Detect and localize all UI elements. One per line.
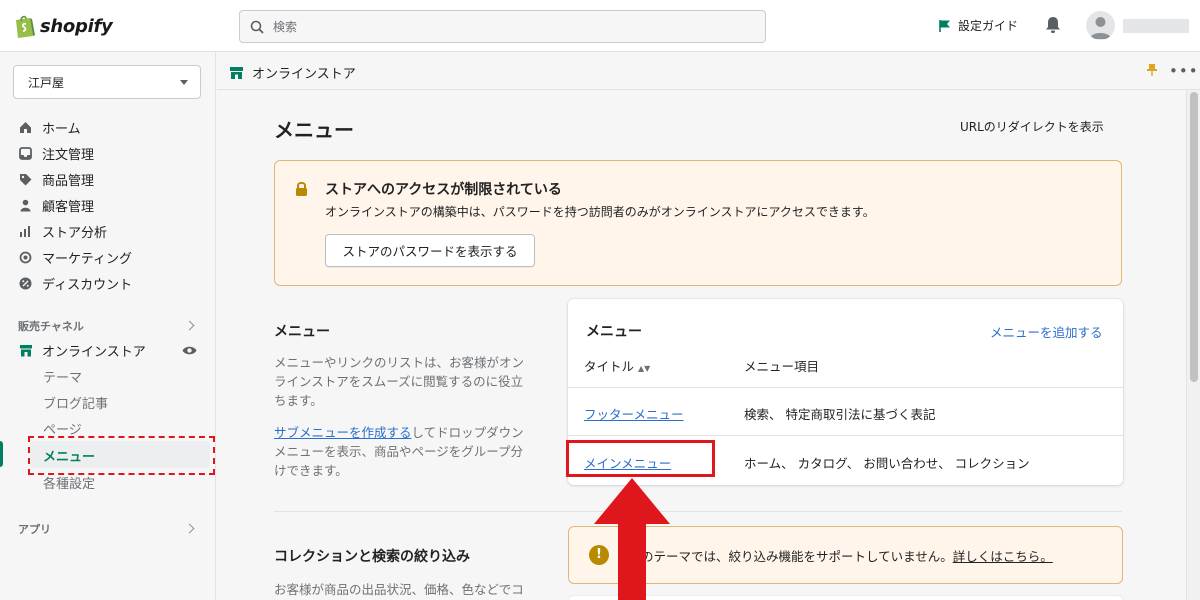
sidebar-item-label: オンラインストア	[42, 344, 146, 360]
banner-title: ストアへのアクセスが制限されている	[325, 182, 562, 198]
search-icon	[250, 20, 264, 34]
page-title: メニュー	[274, 118, 354, 142]
username-redacted	[1123, 19, 1189, 33]
sidebar-item-label: ストア分析	[42, 225, 108, 241]
caret-down-icon	[180, 79, 188, 85]
sidebar-item-customers[interactable]: 顧客管理	[18, 195, 94, 215]
channel-title: オンラインストア	[229, 63, 356, 82]
sales-channels-heading: 販売チャネル	[18, 320, 84, 333]
scrollbar[interactable]	[1186, 90, 1200, 600]
top-bar: shopify 設定ガイド	[0, 0, 1200, 52]
bell-icon[interactable]	[1045, 16, 1061, 34]
eye-icon[interactable]	[182, 345, 197, 356]
filter-notice-label: のテーマでは、絞り込み機能をサポートしていません。	[641, 549, 953, 564]
filter-section-description: お客様が商品の出品状況、価格、色などでコ	[274, 582, 524, 597]
row-divider	[568, 387, 1123, 388]
active-indicator	[0, 441, 3, 467]
main-menu-items: ホーム、 カタログ、 お問い合わせ、 コレクション	[744, 456, 1030, 471]
sort-icon: ▲▼	[638, 364, 651, 373]
sidebar-item-products[interactable]: 商品管理	[18, 169, 94, 189]
sidebar-item-discounts[interactable]: ディスカウント	[18, 273, 132, 293]
red-arrow-up-icon	[594, 478, 670, 600]
footer-menu-link[interactable]: フッターメニュー	[584, 404, 684, 423]
setup-guide-button[interactable]: 設定ガイド	[938, 17, 1018, 34]
highlight-red-box	[566, 440, 715, 477]
channel-title-label: オンラインストア	[252, 67, 356, 82]
channel-header: オンラインストア •••	[217, 52, 1200, 90]
menu-section-title: メニュー	[274, 324, 330, 340]
column-header-title[interactable]: タイトル ▲▼	[584, 356, 650, 375]
chevron-right-icon[interactable]	[184, 320, 195, 331]
sidebar-item-home[interactable]: ホーム	[18, 117, 81, 137]
row-divider	[568, 435, 1123, 436]
search-input[interactable]	[273, 19, 733, 34]
sidebar-item-label: ディスカウント	[42, 277, 133, 293]
setup-guide-label: 設定ガイド	[958, 19, 1019, 33]
sidebar-item-analytics[interactable]: ストア分析	[18, 221, 107, 241]
sidebar-subitem-settings[interactable]: 各種設定	[43, 473, 95, 492]
menus-card-title: メニュー	[586, 324, 642, 340]
pin-icon[interactable]	[1146, 63, 1158, 77]
scrollbar-thumb[interactable]	[1190, 92, 1198, 382]
sidebar-item-label: 注文管理	[42, 147, 95, 163]
sidebar-subitem-themes[interactable]: テーマ	[43, 367, 82, 386]
learn-more-link[interactable]: 詳しくはこちら。	[953, 549, 1053, 564]
url-redirect-button[interactable]: URLのリダイレクトを表示	[960, 118, 1104, 135]
home-icon	[18, 120, 33, 135]
sidebar-item-online-store[interactable]: オンラインストア	[18, 340, 146, 360]
logo-text: shopify	[40, 15, 113, 37]
flag-icon	[939, 19, 950, 32]
sidebar-subitem-blog[interactable]: ブログ記事	[43, 393, 108, 412]
more-options-icon[interactable]: •••	[1169, 62, 1199, 80]
user-avatar-icon	[1090, 17, 1111, 39]
avatar[interactable]	[1086, 11, 1115, 40]
sidebar-item-orders[interactable]: 注文管理	[18, 143, 94, 163]
sidebar-item-label: マーケティング	[42, 251, 132, 267]
filter-section-title: コレクションと検索の絞り込み	[274, 549, 470, 565]
add-menu-link[interactable]: メニューを追加する	[990, 322, 1103, 341]
create-submenu-link[interactable]: サブメニューを作成する	[274, 425, 412, 440]
person-icon	[18, 198, 33, 213]
banner-description: オンラインストアの構築中は、パスワードを持つ訪問者のみがオンラインストアにアクセ…	[325, 205, 875, 219]
menu-section-description-2: サブメニューを作成するしてドロップダウンメニューを表示、商品やページをグループ分…	[274, 423, 532, 480]
store-icon	[230, 66, 243, 79]
lock-icon	[296, 181, 307, 196]
store-icon	[18, 343, 33, 358]
show-password-button[interactable]: ストアのパスワードを表示する	[325, 234, 535, 267]
chevron-right-icon[interactable]	[184, 523, 195, 534]
sidebar-item-label: 顧客管理	[42, 199, 95, 215]
column-title-label: タイトル	[584, 359, 635, 374]
inbox-icon	[18, 146, 33, 161]
shopify-bag-icon	[16, 15, 35, 38]
store-selector[interactable]: 江戸屋	[13, 65, 201, 99]
sidebar: 江戸屋 ホーム 注文管理 商品管理 顧客管理 ストア分析 マーケティング ディス…	[0, 52, 216, 600]
filter-notice-text: のテーマでは、絞り込み機能をサポートしていません。詳しくはこちら。	[641, 546, 1053, 565]
section-divider	[274, 511, 1122, 512]
sidebar-item-marketing[interactable]: マーケティング	[18, 247, 132, 267]
store-name: 江戸屋	[28, 75, 65, 90]
search-bar[interactable]	[239, 10, 766, 43]
tag-icon	[18, 172, 33, 187]
apps-heading: アプリ	[18, 523, 51, 536]
menu-section-desc-text: メニューやリンクのリストは、お客様がオンラインストアをスムーズに閲覧するのに役立…	[274, 355, 525, 408]
bar-chart-icon	[18, 224, 33, 239]
menu-section-description: メニューやリンクのリストは、お客様がオンラインストアをスムーズに閲覧するのに役立…	[274, 353, 532, 410]
column-header-items: メニュー項目	[744, 359, 820, 374]
discount-icon	[18, 276, 33, 291]
password-banner: ストアへのアクセスが制限されている オンラインストアの構築中は、パスワードを持つ…	[274, 160, 1122, 286]
sidebar-item-label: 商品管理	[42, 173, 95, 189]
shopify-logo[interactable]: shopify	[14, 14, 113, 38]
sidebar-item-label: ホーム	[42, 121, 81, 137]
footer-menu-items: 検索、 特定商取引法に基づく表記	[744, 407, 936, 422]
target-icon	[18, 250, 33, 265]
highlight-dashed-box	[28, 436, 215, 475]
